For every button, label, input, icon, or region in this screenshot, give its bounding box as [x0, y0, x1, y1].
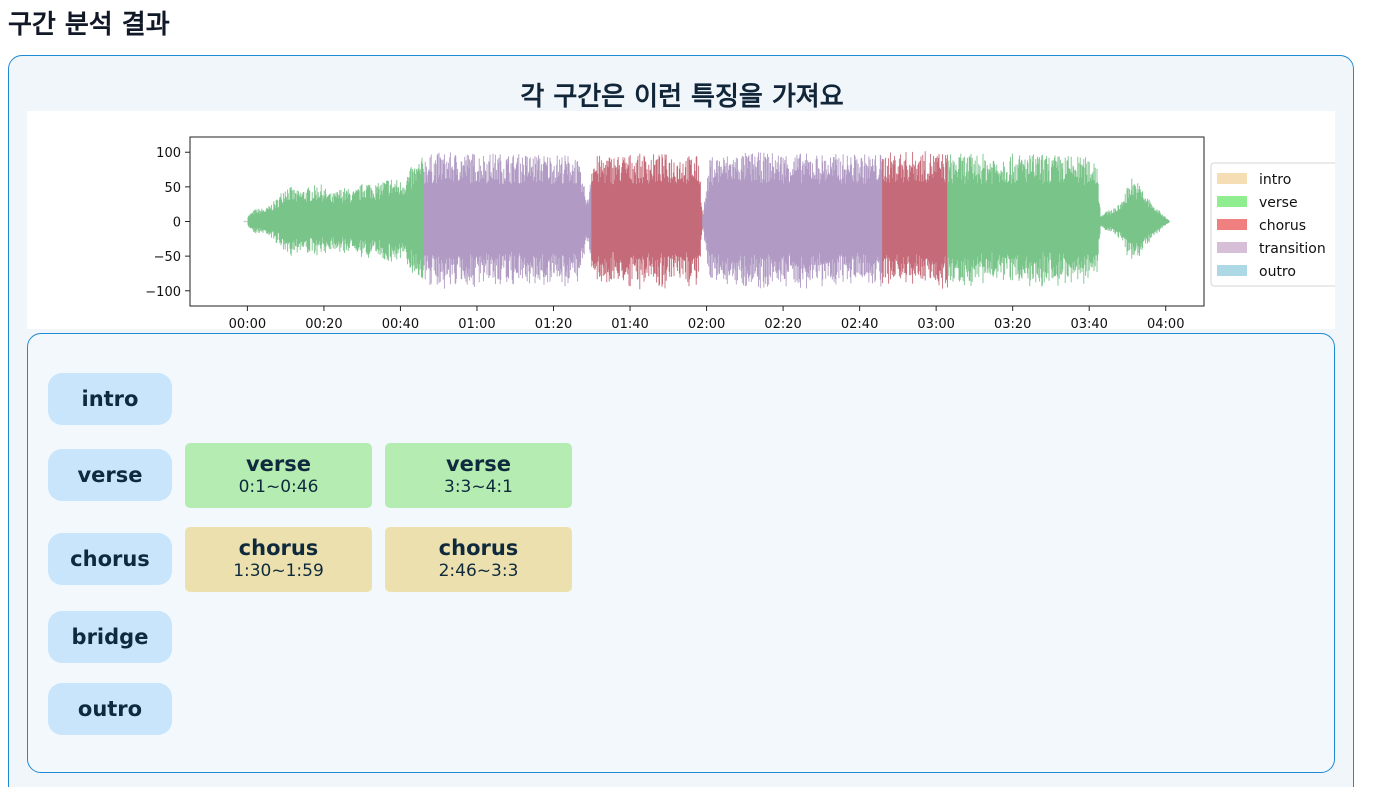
x-tick-label: 03:20 [994, 317, 1031, 329]
section-row-bridge: bridge [48, 610, 172, 664]
x-tick-label: 02:40 [841, 317, 878, 329]
y-tick-label: 50 [164, 181, 181, 196]
segment-range: 1:30~1:59 [233, 561, 324, 581]
section-row-chorus: chorus chorus 1:30~1:59 chorus 2:46~3:3 [48, 526, 572, 592]
y-tick-label: −50 [154, 250, 181, 265]
x-tick-label: 02:00 [688, 317, 725, 329]
x-tick-label: 00:00 [229, 317, 266, 329]
x-tick-label: 04:00 [1147, 317, 1184, 329]
segment-range: 2:46~3:3 [438, 561, 519, 581]
x-tick-label: 01:20 [535, 317, 572, 329]
legend-label-chorus: chorus [1259, 218, 1306, 234]
legend-swatch-outro [1217, 265, 1247, 276]
segment-box-chorus: chorus 2:46~3:3 [385, 526, 572, 592]
section-label-verse: verse [48, 449, 172, 501]
section-row-outro: outro [48, 682, 172, 736]
x-tick-label: 00:20 [305, 317, 342, 329]
segment-range: 3:3~4:1 [444, 477, 513, 497]
waveform-chart: 100 50 0 −50 −100 00:00 00:20 00:40 01:00 01:20 01… [27, 111, 1335, 329]
chart-svg: 100 50 0 −50 −100 00:00 00:20 00:40 01:00 01:20 01… [145, 136, 1335, 329]
x-tick-label: 01:40 [611, 317, 648, 329]
waveform-segment-verse [247, 157, 424, 279]
legend-swatch-transition [1217, 242, 1247, 253]
section-label-outro: outro [48, 683, 172, 735]
legend-label-intro: intro [1259, 172, 1291, 188]
legend-swatch-verse [1217, 196, 1247, 207]
card-title: 각 구간은 이런 특징을 가져요 [520, 82, 844, 112]
section-row-intro: intro [48, 372, 172, 426]
x-tick-label: 02:20 [764, 317, 801, 329]
segment-name: verse [245, 452, 312, 476]
section-row-verse: verse verse 0:1~0:46 verse 3:3~4:1 [48, 442, 572, 508]
section-label-intro: intro [48, 373, 172, 425]
segment-name: chorus [238, 536, 319, 560]
segment-box-verse: verse 0:1~0:46 [185, 442, 372, 508]
legend-label-verse: verse [1259, 195, 1298, 211]
y-tick-label: 0 [173, 216, 181, 231]
x-tick-label: 00:40 [382, 317, 419, 329]
y-tick-label: 100 [156, 146, 181, 161]
segment-name: verse [445, 452, 512, 476]
x-tick-label: 03:00 [917, 317, 954, 329]
x-tick-label: 01:00 [458, 317, 495, 329]
waveform-segment-transition [422, 152, 592, 289]
segment-box-verse: verse 3:3~4:1 [385, 442, 572, 508]
page-heading: 구간 분석 결과 [8, 10, 170, 40]
legend-swatch-chorus [1217, 219, 1247, 230]
waveform-segment-chorus [591, 153, 703, 290]
legend-swatch-intro [1217, 173, 1247, 184]
waveform-segment-verse [947, 153, 1170, 287]
legend-label-outro: outro [1259, 264, 1296, 280]
sections-panel: intro verse verse 0:1~0:46 verse 3:3~4:1… [27, 333, 1335, 773]
segment-name: chorus [438, 536, 519, 560]
x-tick-label: 03:40 [1070, 317, 1107, 329]
section-label-chorus: chorus [48, 533, 172, 585]
waveform-segment-chorus [882, 151, 948, 289]
legend-label-transition: transition [1259, 241, 1326, 257]
segment-range: 0:1~0:46 [238, 477, 319, 497]
waveform-segment-transition [702, 152, 883, 289]
section-label-bridge: bridge [48, 611, 172, 663]
segment-box-chorus: chorus 1:30~1:59 [185, 526, 372, 592]
y-tick-label: −100 [145, 285, 181, 300]
analysis-card: 각 구간은 이런 특징을 가져요 100 50 0 −50 −100 00:00 00:20… [8, 55, 1354, 787]
